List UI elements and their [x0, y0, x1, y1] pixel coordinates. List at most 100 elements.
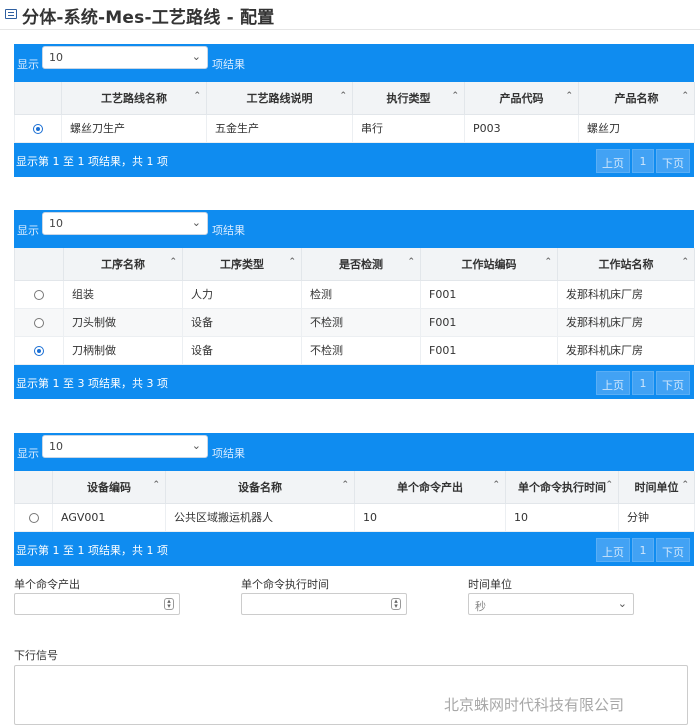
- watermark: 北京蛛网时代科技有限公司: [444, 696, 625, 714]
- row-radio[interactable]: [34, 345, 44, 356]
- column-header[interactable]: 是否检测 ⌃: [301, 248, 421, 281]
- time-unit-value: 秒: [475, 600, 486, 613]
- result-info: 显示第 1 至 1 项结果，共 1 项: [16, 543, 168, 557]
- column-header[interactable]: 工序类型 ⌃: [182, 248, 302, 281]
- process-table: 工序名称 ⌃ 工序类型 ⌃ 是否检测 ⌃ 工作站编码 ⌃ 工作站名称 ⌃ 组装 人力 检测…: [14, 248, 695, 365]
- result-label: 项结果: [212, 58, 245, 71]
- column-header[interactable]: 产品名称 ⌃: [578, 82, 695, 115]
- page-size-select[interactable]: 10 ⌄: [42, 435, 208, 458]
- sort-icon: ⌃: [193, 91, 201, 101]
- table-cell: F001: [420, 279, 558, 309]
- table-cell: 串行: [352, 113, 465, 143]
- output-input[interactable]: ▴ ▾: [14, 593, 180, 615]
- row-radio[interactable]: [33, 123, 43, 134]
- process-table-panel: 显示 10 ⌄ 项结果 工序名称 ⌃ 工序类型 ⌃ 是否检测 ⌃ 工作站编码 ⌃ 工作站…: [14, 210, 695, 399]
- table-row[interactable]: 刀头制做 设备 不检测 F001 发那科机床厂房: [14, 307, 695, 337]
- result-label: 项结果: [212, 224, 245, 237]
- page-number-button[interactable]: 1: [632, 370, 654, 395]
- equipment-table-panel: 显示 10 ⌄ 项结果 设备编码 ⌃ 设备名称 ⌃ 单个命令产出 ⌃ 单个命令执行时间…: [14, 433, 695, 566]
- stepper-icon[interactable]: ▴ ▾: [391, 598, 401, 610]
- table-row[interactable]: 螺丝刀生产 五金生产 串行 P003 螺丝刀: [14, 113, 695, 143]
- prev-page-button[interactable]: 上页: [596, 148, 630, 173]
- column-header[interactable]: 工艺路线说明 ⌃: [206, 82, 353, 115]
- prev-page-button[interactable]: 上页: [596, 537, 630, 562]
- table-cell: 不检测: [301, 335, 421, 365]
- table-cell: F001: [420, 335, 558, 365]
- time-unit-select[interactable]: 秒 ⌄: [468, 593, 634, 615]
- table-cell: 组装: [63, 279, 183, 309]
- next-page-button[interactable]: 下页: [656, 370, 690, 395]
- sort-icon: ⌃: [565, 91, 573, 101]
- table-header-row: 设备编码 ⌃ 设备名称 ⌃ 单个命令产出 ⌃ 单个命令执行时间 ⌃ 时间单位 ⌃: [14, 471, 695, 504]
- route-table-panel: 显示 10 ⌄ 项结果 工艺路线名称 ⌃ 工艺路线说明 ⌃ 执行类型 ⌃ 产品代码 ⌃ …: [14, 44, 695, 177]
- row-radio[interactable]: [28, 512, 39, 523]
- next-page-button[interactable]: 下页: [656, 537, 690, 562]
- sort-icon: ⌃: [681, 91, 689, 101]
- row-select-cell[interactable]: [14, 307, 64, 337]
- table-cell: 检测: [301, 279, 421, 309]
- table-header-row: 工艺路线名称 ⌃ 工艺路线说明 ⌃ 执行类型 ⌃ 产品代码 ⌃ 产品名称 ⌃: [14, 82, 695, 115]
- table-row[interactable]: 刀柄制做 设备 不检测 F001 发那科机床厂房: [14, 335, 695, 365]
- page-title: 分体-系统-Mes-工艺路线 - 配置: [22, 8, 275, 28]
- row-select-cell[interactable]: [14, 279, 64, 309]
- sort-icon: ⌃: [339, 91, 347, 101]
- column-header[interactable]: 工序名称 ⌃: [63, 248, 183, 281]
- table-toolbar: 显示 10 ⌄ 项结果: [14, 433, 694, 471]
- table-row[interactable]: 组装 人力 检测 F001 发那科机床厂房: [14, 279, 695, 309]
- sort-icon: ⌃: [152, 480, 160, 490]
- prev-page-button[interactable]: 上页: [596, 370, 630, 395]
- window-icon: [5, 9, 17, 19]
- sort-icon: ⌃: [407, 257, 415, 267]
- page-size-select[interactable]: 10 ⌄: [42, 212, 208, 235]
- next-page-button[interactable]: 下页: [656, 148, 690, 173]
- row-select-cell[interactable]: [14, 502, 53, 532]
- column-header[interactable]: 设备名称 ⌃: [165, 471, 355, 504]
- column-header[interactable]: 时间单位 ⌃: [618, 471, 695, 504]
- table-cell: 设备: [182, 307, 302, 337]
- show-label: 显示: [17, 447, 39, 460]
- table-cell: P003: [464, 113, 579, 143]
- table-cell: 人力: [182, 279, 302, 309]
- table-cell: F001: [420, 307, 558, 337]
- row-radio[interactable]: [34, 289, 44, 300]
- column-header[interactable]: 工作站编码 ⌃: [420, 248, 558, 281]
- stepper-icon[interactable]: ▴ ▾: [164, 598, 174, 610]
- column-header[interactable]: 执行类型 ⌃: [352, 82, 465, 115]
- table-row[interactable]: AGV001 公共区域搬运机器人 10 10 分钟: [14, 502, 695, 532]
- table-toolbar: 显示 10 ⌄ 项结果: [14, 210, 694, 248]
- column-header[interactable]: 设备编码 ⌃: [52, 471, 166, 504]
- table-cell: 发那科机床厂房: [557, 307, 695, 337]
- table-cell: 发那科机床厂房: [557, 279, 695, 309]
- chevron-down-icon: ⌄: [191, 50, 201, 63]
- column-header[interactable]: 工艺路线名称 ⌃: [61, 82, 207, 115]
- time-unit-label: 时间单位: [468, 578, 512, 591]
- page-size-value: 10: [49, 440, 63, 453]
- column-header[interactable]: 单个命令产出 ⌃: [354, 471, 506, 504]
- table-cell: 五金生产: [206, 113, 353, 143]
- sort-icon: ⌃: [544, 257, 552, 267]
- title-bar: 分体-系统-Mes-工艺路线 - 配置: [0, 0, 700, 30]
- table-cell: AGV001: [52, 502, 166, 532]
- column-header[interactable]: 工作站名称 ⌃: [557, 248, 695, 281]
- result-label: 项结果: [212, 447, 245, 460]
- table-footer: 显示第 1 至 3 项结果，共 3 项 上页 1 下页: [14, 365, 694, 399]
- page-size-value: 10: [49, 217, 63, 230]
- column-header[interactable]: 单个命令执行时间 ⌃: [505, 471, 619, 504]
- sort-icon: ⌃: [605, 480, 613, 490]
- result-info: 显示第 1 至 1 项结果，共 1 项: [16, 154, 168, 168]
- page-number-button[interactable]: 1: [632, 148, 654, 173]
- sort-icon: ⌃: [169, 257, 177, 267]
- select-column-header: [14, 248, 64, 281]
- row-radio[interactable]: [34, 317, 44, 328]
- row-select-cell[interactable]: [14, 113, 62, 143]
- exec-time-input[interactable]: ▴ ▾: [241, 593, 407, 615]
- page-size-select[interactable]: 10 ⌄: [42, 46, 208, 69]
- select-column-header: [14, 471, 53, 504]
- sort-icon: ⌃: [288, 257, 296, 267]
- table-cell: 10: [354, 502, 506, 532]
- row-select-cell[interactable]: [14, 335, 64, 365]
- result-info: 显示第 1 至 3 项结果，共 3 项: [16, 376, 168, 390]
- show-label: 显示: [17, 58, 39, 71]
- column-header[interactable]: 产品代码 ⌃: [464, 82, 579, 115]
- page-number-button[interactable]: 1: [632, 537, 654, 562]
